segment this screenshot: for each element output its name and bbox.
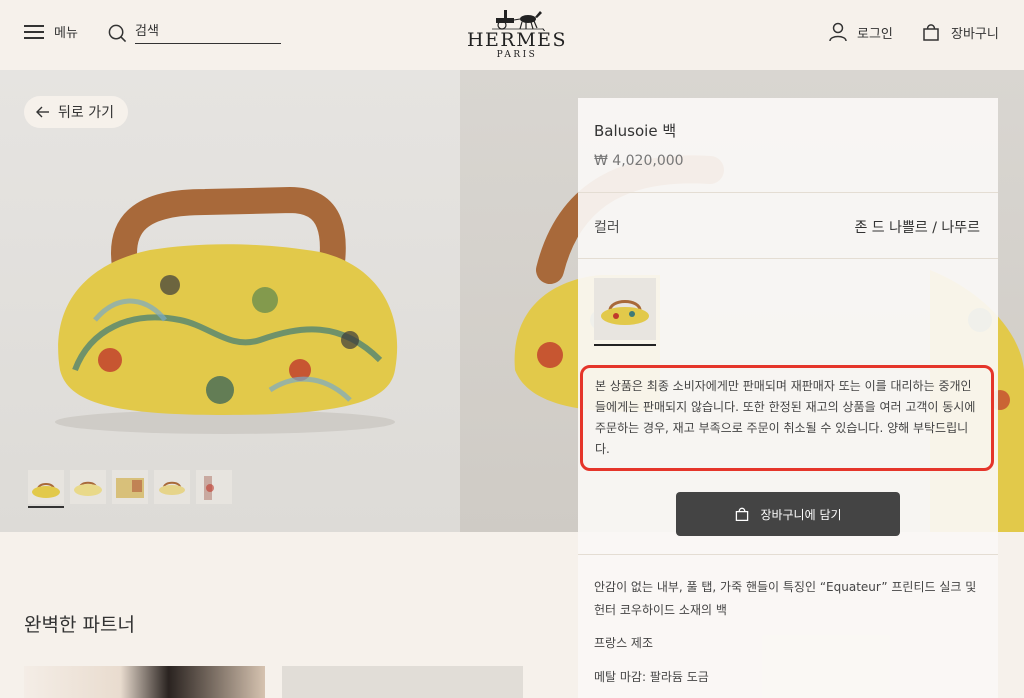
color-value: 존 드 나쁠르 / 나뚜르: [854, 220, 980, 236]
bag-image: [55, 186, 398, 434]
cart-label: 장바구니: [951, 26, 999, 42]
color-label: 컬러: [594, 220, 620, 236]
menu-button[interactable]: 메뉴: [24, 22, 78, 41]
purchase-notice: 본 상품은 최종 소비자에게만 판매되며 재판매자 또는 이를 대리하는 중개인…: [580, 365, 994, 471]
thumbnail[interactable]: [154, 470, 190, 504]
product-image-main[interactable]: 뒤로 가기: [0, 70, 460, 532]
divider: [578, 554, 998, 555]
login-label: 로그인: [857, 26, 893, 42]
thumbnail[interactable]: [28, 470, 64, 508]
site-header: 메뉴 HERMÈS PARIS 로그인: [0, 0, 1024, 70]
cart-button[interactable]: 장바구니: [921, 22, 999, 42]
divider: [578, 258, 998, 259]
thumbnail[interactable]: [196, 470, 232, 504]
add-to-cart-label: 장바구니에 담기: [760, 507, 842, 522]
product-description: 안감이 없는 내부, 풀 탭, 가죽 핸들이 특징인 “Equateur” 프린…: [594, 580, 977, 617]
back-button[interactable]: 뒤로 가기: [24, 96, 128, 128]
arrow-left-icon: [36, 106, 49, 118]
swatch-selected-indicator: [594, 344, 656, 346]
hermes-logo[interactable]: HERMÈS PARIS: [462, 6, 572, 60]
made-in: 프랑스 제조: [594, 636, 654, 650]
divider: [578, 192, 998, 193]
shopping-bag-icon: [923, 24, 939, 41]
partner-image[interactable]: [282, 666, 523, 698]
product-price: ₩ 4,020,000: [594, 153, 684, 169]
notice-text: 본 상품은 최종 소비자에게만 판매되며 재판매자 또는 이를 대리하는 중개인…: [595, 379, 976, 456]
hardware-finish: 메탈 마감: 팔라듐 도금: [594, 670, 709, 684]
menu-label: 메뉴: [54, 26, 78, 41]
hamburger-icon: [24, 24, 44, 40]
login-button[interactable]: 로그인: [829, 22, 893, 42]
search-icon[interactable]: [108, 24, 127, 43]
shopping-bag-icon: [736, 507, 749, 522]
search-input[interactable]: [135, 22, 281, 44]
color-swatch[interactable]: [594, 278, 656, 340]
thumbnail[interactable]: [112, 470, 148, 504]
back-label: 뒤로 가기: [58, 105, 114, 121]
product-title: Balusoie 백: [594, 122, 677, 140]
add-to-cart-button[interactable]: 장바구니에 담기: [676, 492, 900, 536]
thumbnail-strip: [28, 470, 232, 508]
section-title: 완벽한 파트너: [24, 614, 135, 636]
thumbnail[interactable]: [70, 470, 106, 504]
hermes-logo-icon: [492, 10, 542, 30]
brand-name: HERMÈS: [466, 29, 568, 51]
partner-image[interactable]: [24, 666, 265, 698]
brand-subtitle: PARIS: [496, 50, 538, 60]
user-icon: [829, 22, 847, 42]
product-info-card: Balusoie 백 ₩ 4,020,000 컬러 존 드 나쁠르 / 나뚜르 …: [578, 98, 998, 698]
search-bar: [108, 22, 281, 44]
